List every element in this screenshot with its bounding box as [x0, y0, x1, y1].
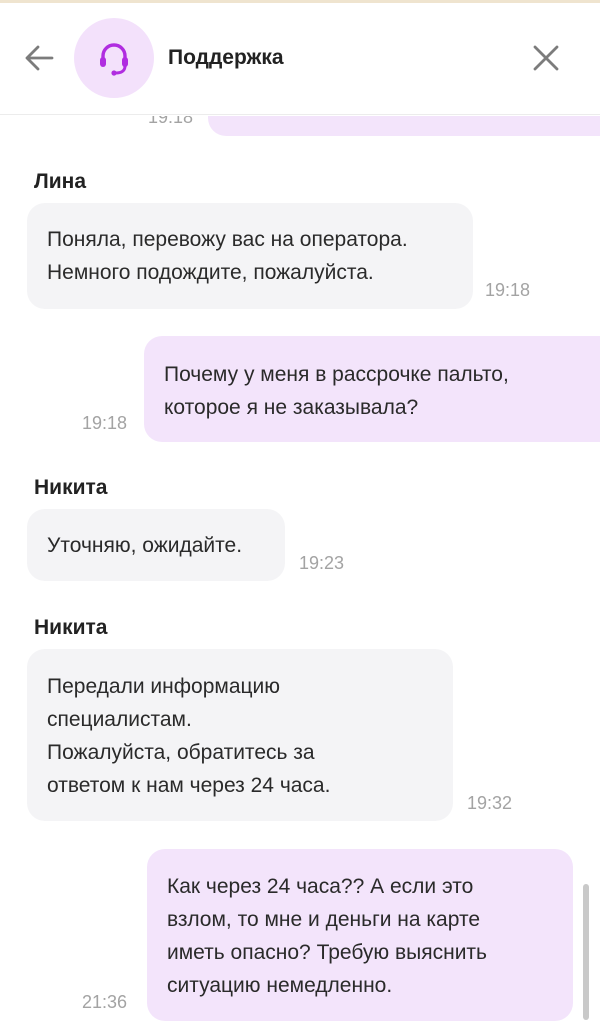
headset-icon	[100, 43, 128, 76]
message-line: Передали информацию	[47, 675, 281, 698]
chat-header: Поддержка	[0, 3, 600, 115]
message-bubble-incoming: Поняла, перевожу вас на оператора. Немно…	[27, 203, 473, 309]
message-line: Уточняю, ожидайте.	[47, 534, 243, 557]
message-line: Пожалуйста, обратитесь за	[47, 741, 315, 764]
message-line: Почему у меня в рассрочке пальто,	[164, 363, 509, 386]
message-bubble-outgoing: Как через 24 часа?? А если это взлом, то…	[147, 849, 573, 1021]
message-line: специалистам.	[47, 708, 192, 731]
message-line: Немного подождите, пожалуйста.	[47, 261, 374, 284]
message-line: ситуацию немедленно.	[167, 974, 393, 997]
chat-title: Поддержка	[168, 46, 284, 69]
message-partial	[208, 116, 600, 136]
support-avatar	[74, 18, 154, 98]
message-line: ответом к нам через 24 часа.	[47, 774, 331, 797]
back-button[interactable]	[22, 41, 56, 75]
message-time: 19:18	[82, 413, 128, 433]
message-line: иметь опасно? Требую выяснить	[167, 941, 487, 964]
message-bubble-outgoing: Почему у меня в рассрочке пальто, которо…	[144, 336, 600, 442]
message-bubble-incoming: Передали информацию специалистам. Пожалу…	[27, 649, 453, 821]
close-button[interactable]	[530, 42, 562, 74]
message-time: 19:18	[148, 116, 194, 127]
close-icon	[533, 45, 559, 71]
message-list[interactable]: 19:18 Лина Поняла, перевожу вас на опера…	[0, 116, 600, 1036]
message-line: которое я не заказывала?	[164, 396, 419, 419]
sender-name: Лина	[34, 170, 87, 193]
scrollbar-thumb[interactable]	[583, 884, 589, 1020]
message-line: Поняла, перевожу вас на оператора.	[47, 228, 408, 251]
message-time: 19:23	[299, 553, 345, 573]
message-bubble-incoming: Уточняю, ожидайте.	[27, 509, 285, 581]
message-time: 21:36	[82, 992, 128, 1012]
sender-name: Никита	[34, 616, 108, 639]
message-time: 19:32	[467, 793, 513, 813]
sender-name: Никита	[34, 476, 108, 499]
message-line: Как через 24 часа?? А если это	[167, 875, 474, 898]
message-line: взлом, то мне и деньги на карте	[167, 908, 481, 931]
message-time: 19:18	[485, 280, 531, 300]
arrow-left-icon	[25, 45, 54, 71]
